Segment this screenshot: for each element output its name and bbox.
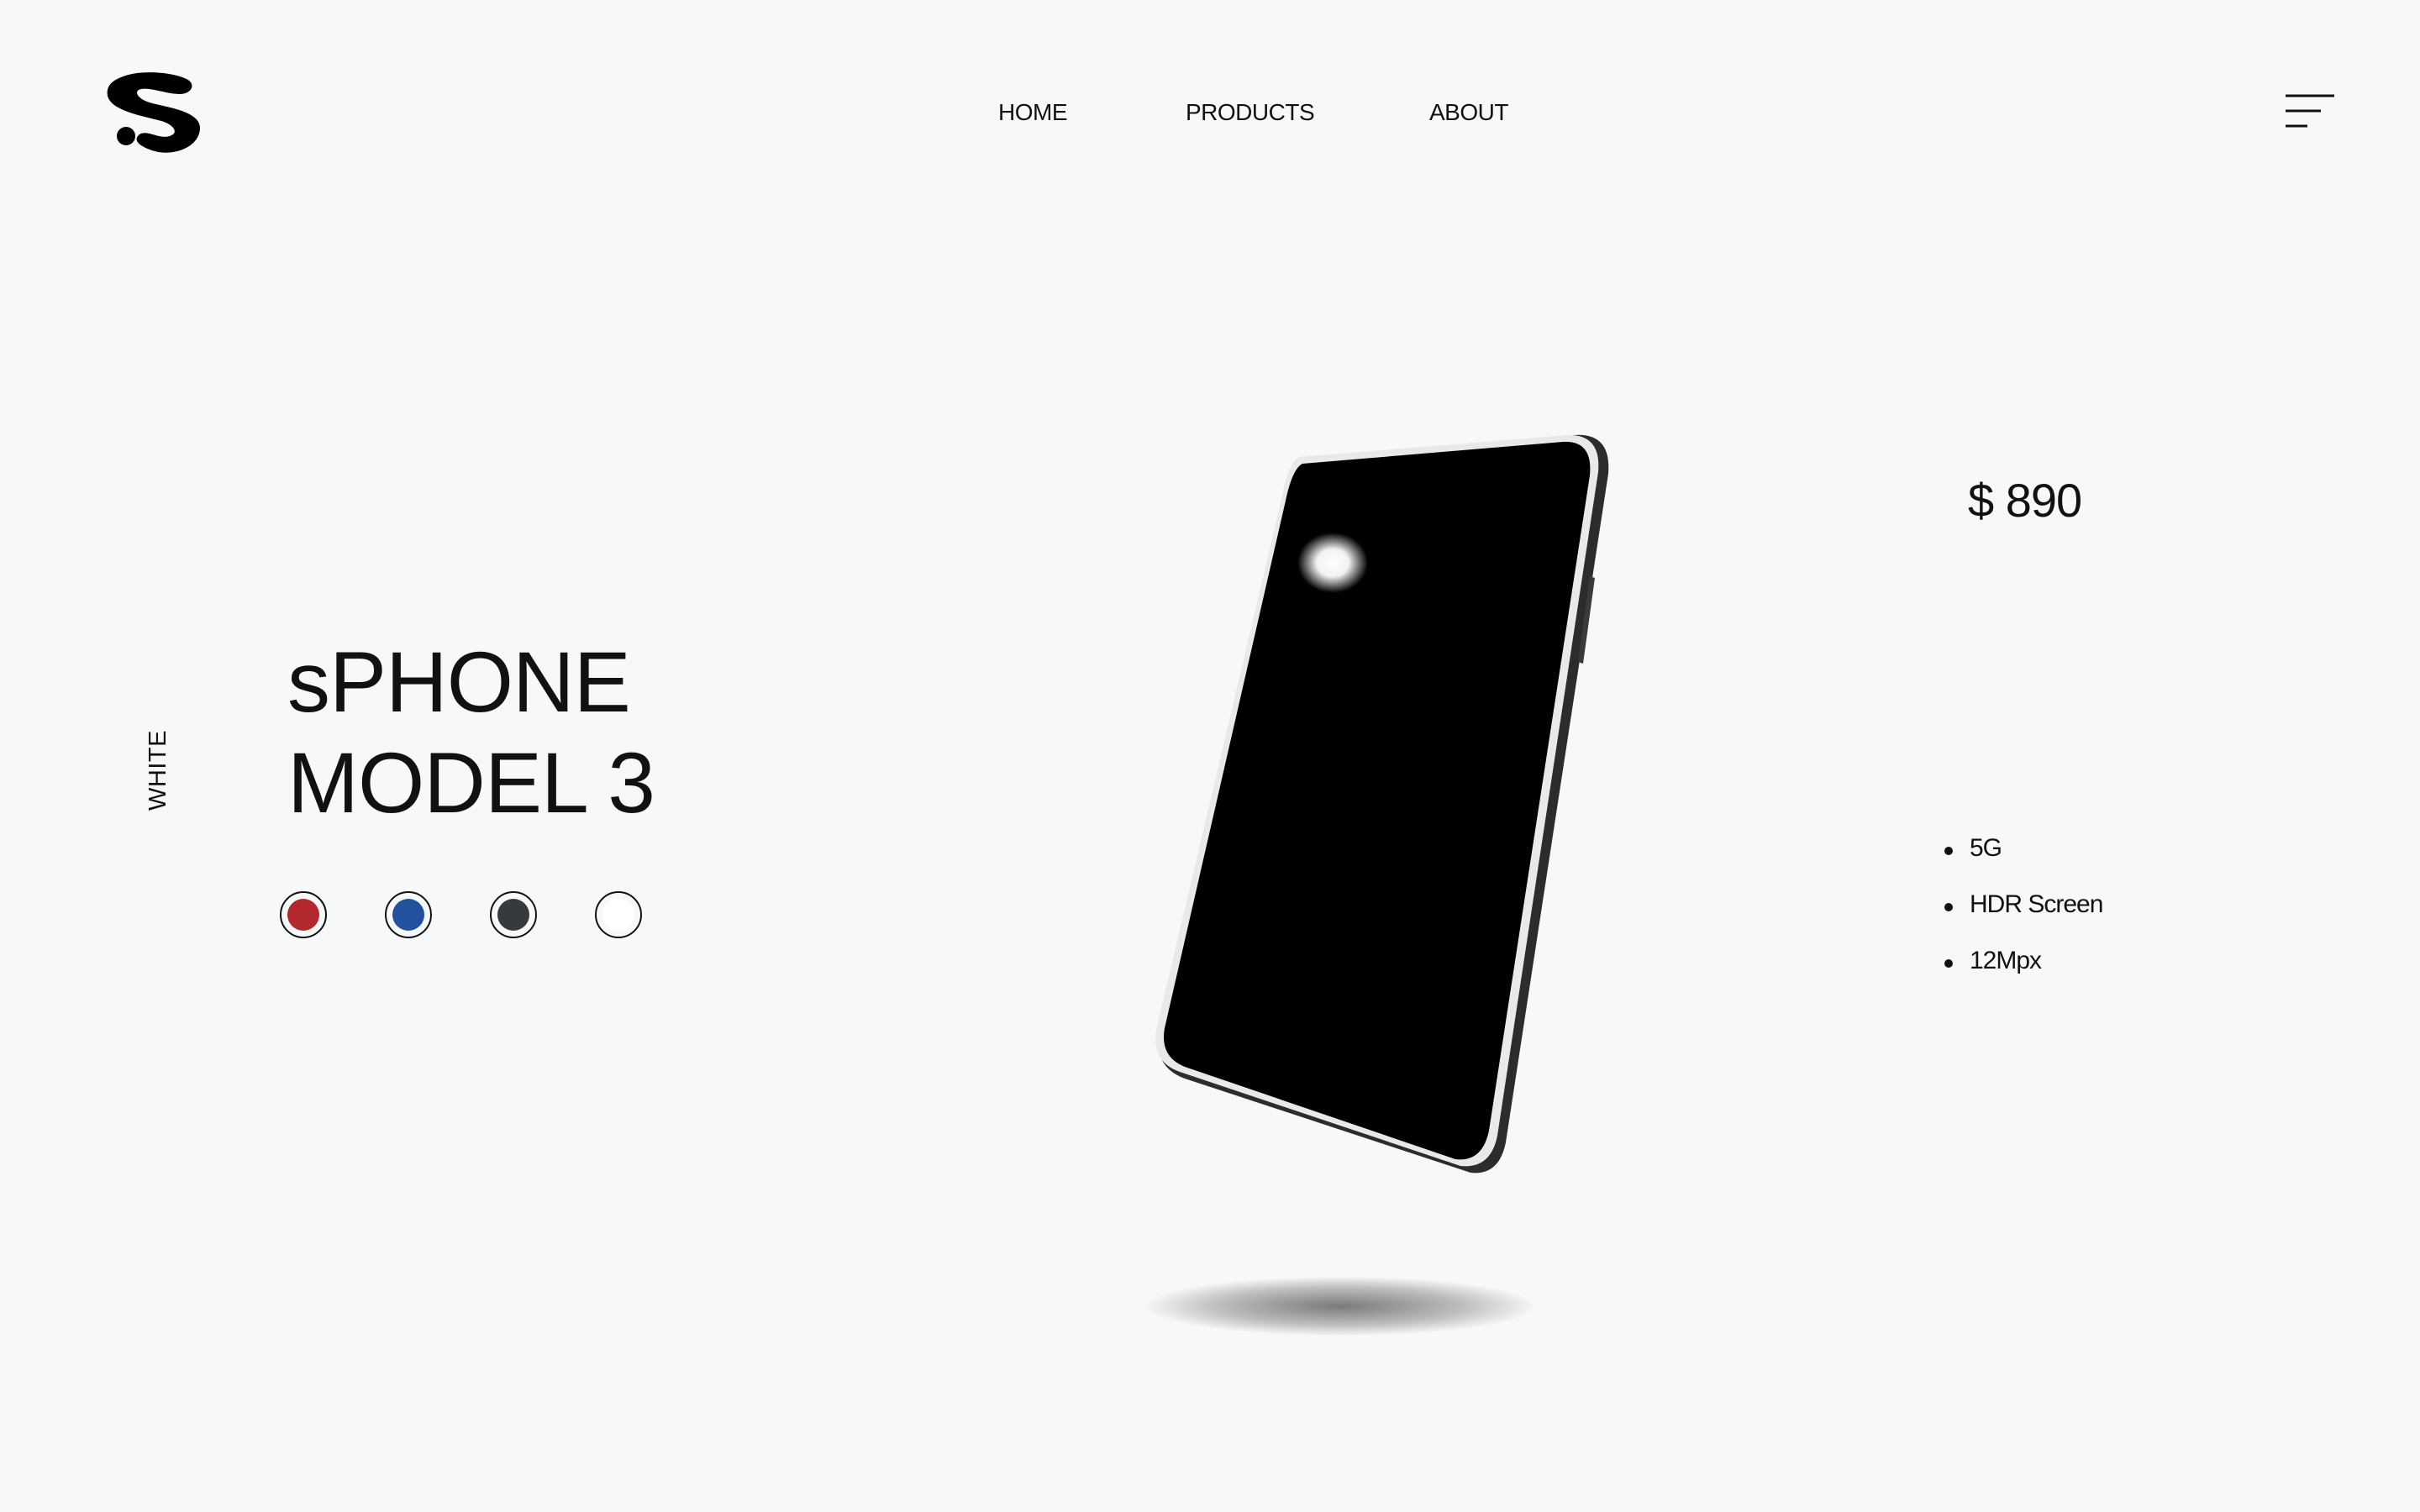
product-title: sPHONE MODEL 3 — [287, 632, 655, 833]
nav-home[interactable]: HOME — [998, 99, 1068, 126]
swatch-blue[interactable] — [385, 891, 432, 938]
feature-list: 5G HDR Screen 12Mpx — [1941, 834, 2103, 1003]
swatch-red-dot — [287, 899, 319, 931]
feature-item-12mpx: 12Mpx — [1941, 947, 2102, 1003]
nav-about[interactable]: ABOUT — [1429, 99, 1508, 126]
product-title-line-1: sPHONE — [287, 634, 631, 730]
swatch-dark-gray[interactable] — [490, 891, 537, 938]
phone-shadow — [1147, 1277, 1534, 1336]
swatch-blue-dot — [392, 899, 424, 931]
main-nav: HOME PRODUCTS ABOUT — [0, 99, 2420, 129]
nav-products[interactable]: PRODUCTS — [1186, 99, 1315, 126]
swatch-dark-gray-dot — [497, 899, 529, 931]
product-title-line-2: MODEL 3 — [287, 735, 655, 831]
feature-item-hdr-screen: HDR Screen — [1941, 890, 2103, 947]
swatch-white-dot — [602, 899, 634, 931]
product-page: HOME PRODUCTS ABOUT WHITE sPHONE MODEL 3 — [0, 0, 2420, 1512]
selected-color-label: WHITE — [145, 730, 171, 811]
swatch-red[interactable] — [280, 891, 327, 938]
hamburger-menu-icon[interactable] — [2282, 92, 2338, 133]
feature-item-5g: 5G — [1941, 834, 2102, 890]
product-price: $ 890 — [1968, 474, 2082, 527]
swatch-white[interactable] — [595, 891, 642, 938]
phone-image — [1155, 434, 1609, 1173]
